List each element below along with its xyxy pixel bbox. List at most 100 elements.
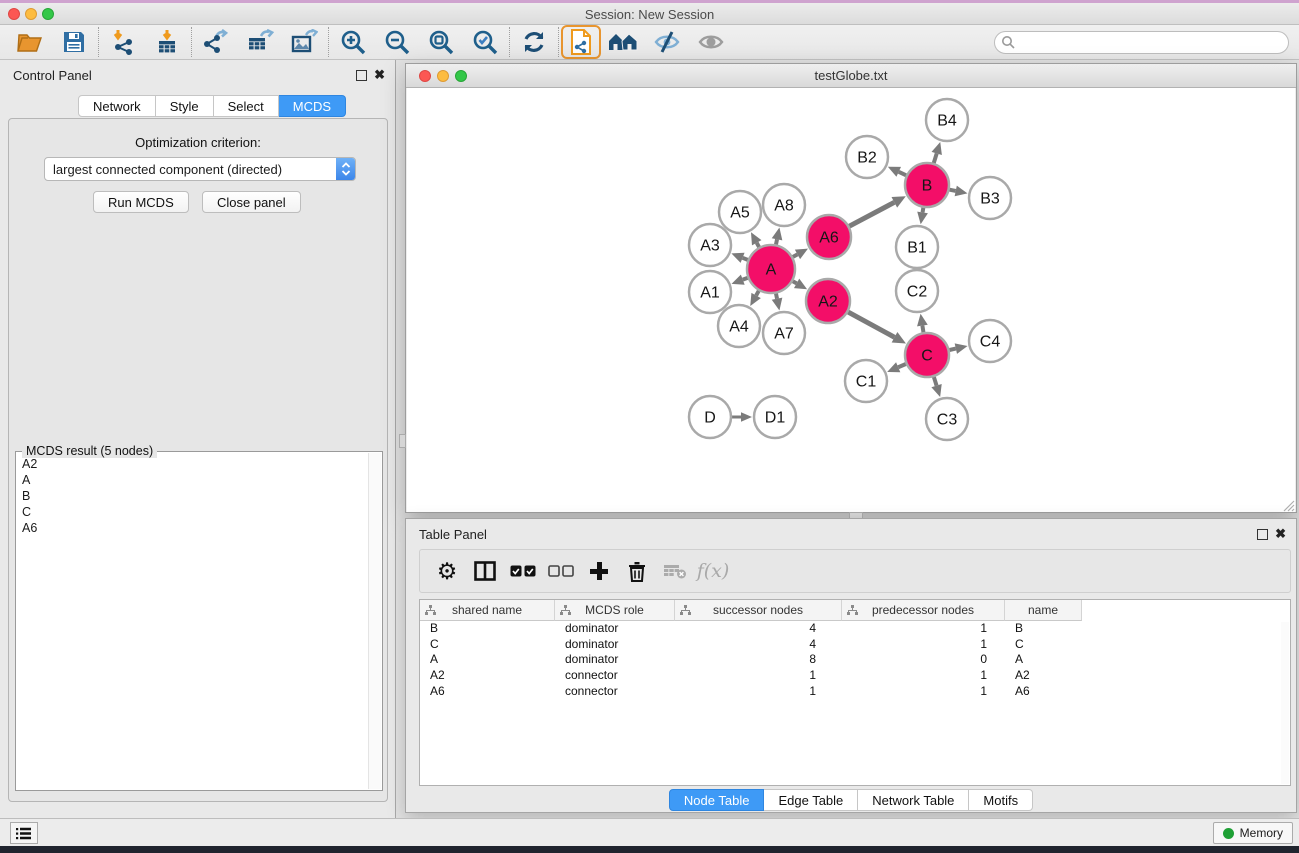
column-header-predecessor-nodes[interactable]: predecessor nodes [842, 600, 1005, 621]
open-session-button[interactable] [8, 26, 52, 58]
graph-node-A4[interactable]: A4 [718, 305, 760, 347]
graph-edge-A-A5[interactable] [757, 243, 759, 247]
graph-node-A1[interactable]: A1 [689, 271, 731, 313]
tab-node-table[interactable]: Node Table [669, 789, 765, 811]
function-builder-button[interactable]: f(x) [694, 553, 732, 589]
graph-node-C3[interactable]: C3 [926, 398, 968, 440]
apply-layout-button[interactable] [512, 26, 556, 58]
close-panel-icon[interactable]: ✖ [374, 67, 385, 83]
table-cell[interactable]: 1 [842, 668, 1005, 684]
table-cell[interactable]: A2 [420, 668, 555, 684]
table-cell[interactable]: 1 [842, 621, 1005, 637]
table-cell[interactable]: connector [555, 668, 675, 684]
home-view-button[interactable] [601, 26, 645, 58]
network-canvas[interactable]: AA1A2A3A4A5A6A7A8BB1B2B3B4CC1C2C3C4DD1 [407, 88, 1295, 512]
tab-motifs[interactable]: Motifs [969, 789, 1033, 811]
search-input[interactable] [1016, 34, 1288, 52]
tab-network[interactable]: Network [78, 95, 156, 117]
table-options-button[interactable]: ⚙ [428, 553, 466, 589]
show-columns-button[interactable] [466, 553, 504, 589]
table-cell[interactable]: dominator [555, 637, 675, 653]
resize-grip-icon[interactable] [1283, 500, 1295, 512]
graph-node-C1[interactable]: C1 [845, 360, 887, 402]
graph-edge-A2-C[interactable] [848, 312, 894, 337]
table-cell[interactable]: 8 [675, 652, 842, 668]
table-cell[interactable]: dominator [555, 621, 675, 637]
table-cell[interactable]: connector [555, 684, 675, 700]
result-scrollbar[interactable] [368, 453, 381, 789]
graph-node-A7[interactable]: A7 [763, 312, 805, 354]
graph-edge-A6-B[interactable] [849, 202, 894, 226]
close-panel-icon[interactable]: ✖ [1275, 526, 1286, 542]
table-cell[interactable]: 4 [675, 637, 842, 653]
table-row[interactable]: Adominator80A [420, 652, 1290, 668]
memory-button[interactable]: Memory [1213, 822, 1293, 844]
zoom-fit-button[interactable] [419, 26, 463, 58]
graph-node-A[interactable]: A [747, 245, 795, 293]
table-cell[interactable]: B [1005, 621, 1082, 637]
tab-edge-table[interactable]: Edge Table [764, 789, 858, 811]
graph-edge-A-A4[interactable] [756, 291, 759, 296]
table-row[interactable]: Cdominator41C [420, 637, 1290, 653]
float-panel-icon[interactable] [356, 70, 367, 81]
graph-edge-A-A8[interactable] [776, 239, 777, 244]
graph-node-D[interactable]: D [689, 396, 731, 438]
export-table-button[interactable] [238, 26, 282, 58]
table-cell[interactable]: 1 [675, 684, 842, 700]
graph-node-A8[interactable]: A8 [763, 184, 805, 226]
optimization-criterion-dropdown[interactable]: largest connected component (directed) [44, 157, 356, 181]
column-header-shared-name[interactable]: shared name [420, 600, 555, 621]
graph-edge-C-C1[interactable] [898, 364, 906, 367]
table-cell[interactable]: 4 [675, 621, 842, 637]
graph-node-C4[interactable]: C4 [969, 320, 1011, 362]
export-network-button[interactable] [194, 26, 238, 58]
table-cell[interactable]: 0 [842, 652, 1005, 668]
save-session-button[interactable] [52, 26, 96, 58]
unselect-all-columns-button[interactable] [542, 553, 580, 589]
tab-network-table[interactable]: Network Table [858, 789, 969, 811]
table-cell[interactable]: B [420, 621, 555, 637]
show-details-button[interactable] [689, 26, 733, 58]
table-row[interactable]: Bdominator41B [420, 621, 1290, 637]
table-cell[interactable]: A2 [1005, 668, 1082, 684]
run-mcds-button[interactable]: Run MCDS [93, 191, 189, 213]
graph-node-C[interactable]: C [905, 333, 949, 377]
graph-edge-A-A1[interactable] [743, 278, 748, 280]
graph-node-B1[interactable]: B1 [896, 226, 938, 268]
delete-column-button[interactable] [618, 553, 656, 589]
column-header-MCDS-role[interactable]: MCDS role [555, 600, 675, 621]
graph-node-C2[interactable]: C2 [896, 270, 938, 312]
task-history-button[interactable] [10, 822, 38, 844]
zoom-out-button[interactable] [375, 26, 419, 58]
column-header-successor-nodes[interactable]: successor nodes [675, 600, 842, 621]
graph-edge-B-B2[interactable] [899, 172, 906, 175]
tab-style[interactable]: Style [156, 95, 214, 117]
graph-edge-A-A3[interactable] [743, 258, 748, 260]
table-row[interactable]: A2connector11A2 [420, 668, 1290, 684]
graph-edge-B-B1[interactable] [923, 208, 924, 213]
table-cell[interactable]: 1 [842, 684, 1005, 700]
graph-edge-C-C3[interactable] [934, 377, 937, 386]
select-all-columns-button[interactable] [504, 553, 542, 589]
graph-edge-A-A6[interactable] [793, 254, 798, 257]
tab-mcds[interactable]: MCDS [279, 95, 346, 117]
graph-node-A6[interactable]: A6 [807, 215, 851, 259]
graph-edge-B-B3[interactable] [950, 190, 956, 191]
zoom-selected-button[interactable] [463, 26, 507, 58]
graph-edge-C-C4[interactable] [949, 349, 955, 350]
network-overview-button[interactable] [561, 25, 601, 59]
graph-edge-A-A2[interactable] [793, 281, 797, 283]
table-cell[interactable]: C [420, 637, 555, 653]
export-image-button[interactable] [282, 26, 326, 58]
import-network-button[interactable] [101, 26, 145, 58]
graph-node-A3[interactable]: A3 [689, 224, 731, 266]
zoom-in-button[interactable] [331, 26, 375, 58]
graph-edge-A-A7[interactable] [776, 293, 777, 298]
table-cell[interactable]: A6 [1005, 684, 1082, 700]
delete-table-button[interactable] [656, 553, 694, 589]
table-cell[interactable]: 1 [842, 637, 1005, 653]
table-row[interactable]: A6connector11A6 [420, 684, 1290, 700]
graph-node-A5[interactable]: A5 [719, 191, 761, 233]
tab-select[interactable]: Select [214, 95, 279, 117]
graph-node-A2[interactable]: A2 [806, 279, 850, 323]
